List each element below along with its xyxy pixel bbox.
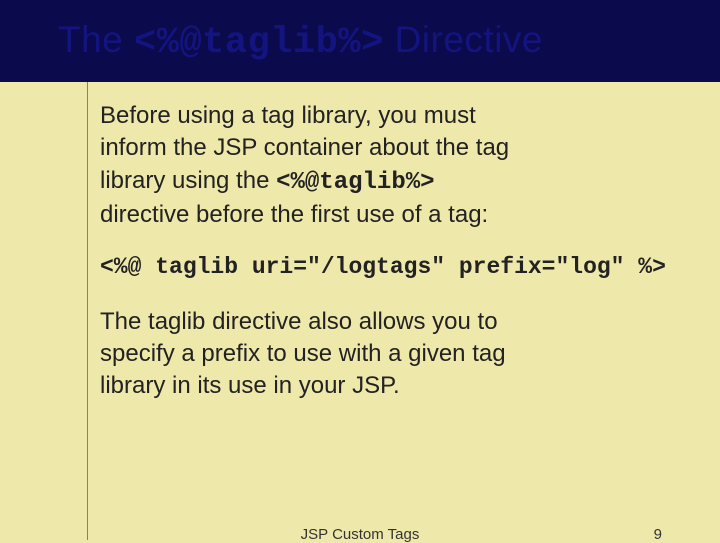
p2-line3: library in its use in your JSP. <box>100 372 400 399</box>
title-code: <%@taglib%> <box>134 22 384 64</box>
p1-line3a: library using the <box>100 167 276 194</box>
footer-title: JSP Custom Tags <box>0 526 720 543</box>
p1-line4: directive before the first use of a tag: <box>100 201 488 228</box>
title-pre: The <box>58 19 134 60</box>
page-number: 9 <box>654 526 662 543</box>
code-example: <%@ taglib uri="/logtags" prefix="log" %… <box>100 254 680 280</box>
p1-inline-code: <%@taglib%> <box>276 169 434 196</box>
p1-line1: Before using a tag library, you must <box>100 102 476 129</box>
p1-line2: inform the JSP container about the tag <box>100 134 509 161</box>
p2-line2: specify a prefix to use with a given tag <box>100 340 506 367</box>
slide-title: The <%@taglib%> Directive <box>58 19 543 64</box>
slide-body: Before using a tag library, you must inf… <box>100 100 680 425</box>
paragraph-2: The taglib directive also allows you to … <box>100 306 680 403</box>
vertical-divider <box>87 82 88 540</box>
title-post: Directive <box>384 19 543 60</box>
paragraph-1: Before using a tag library, you must inf… <box>100 100 680 232</box>
title-bar: The <%@taglib%> Directive <box>0 0 720 82</box>
p2-line1: The taglib directive also allows you to <box>100 308 498 335</box>
